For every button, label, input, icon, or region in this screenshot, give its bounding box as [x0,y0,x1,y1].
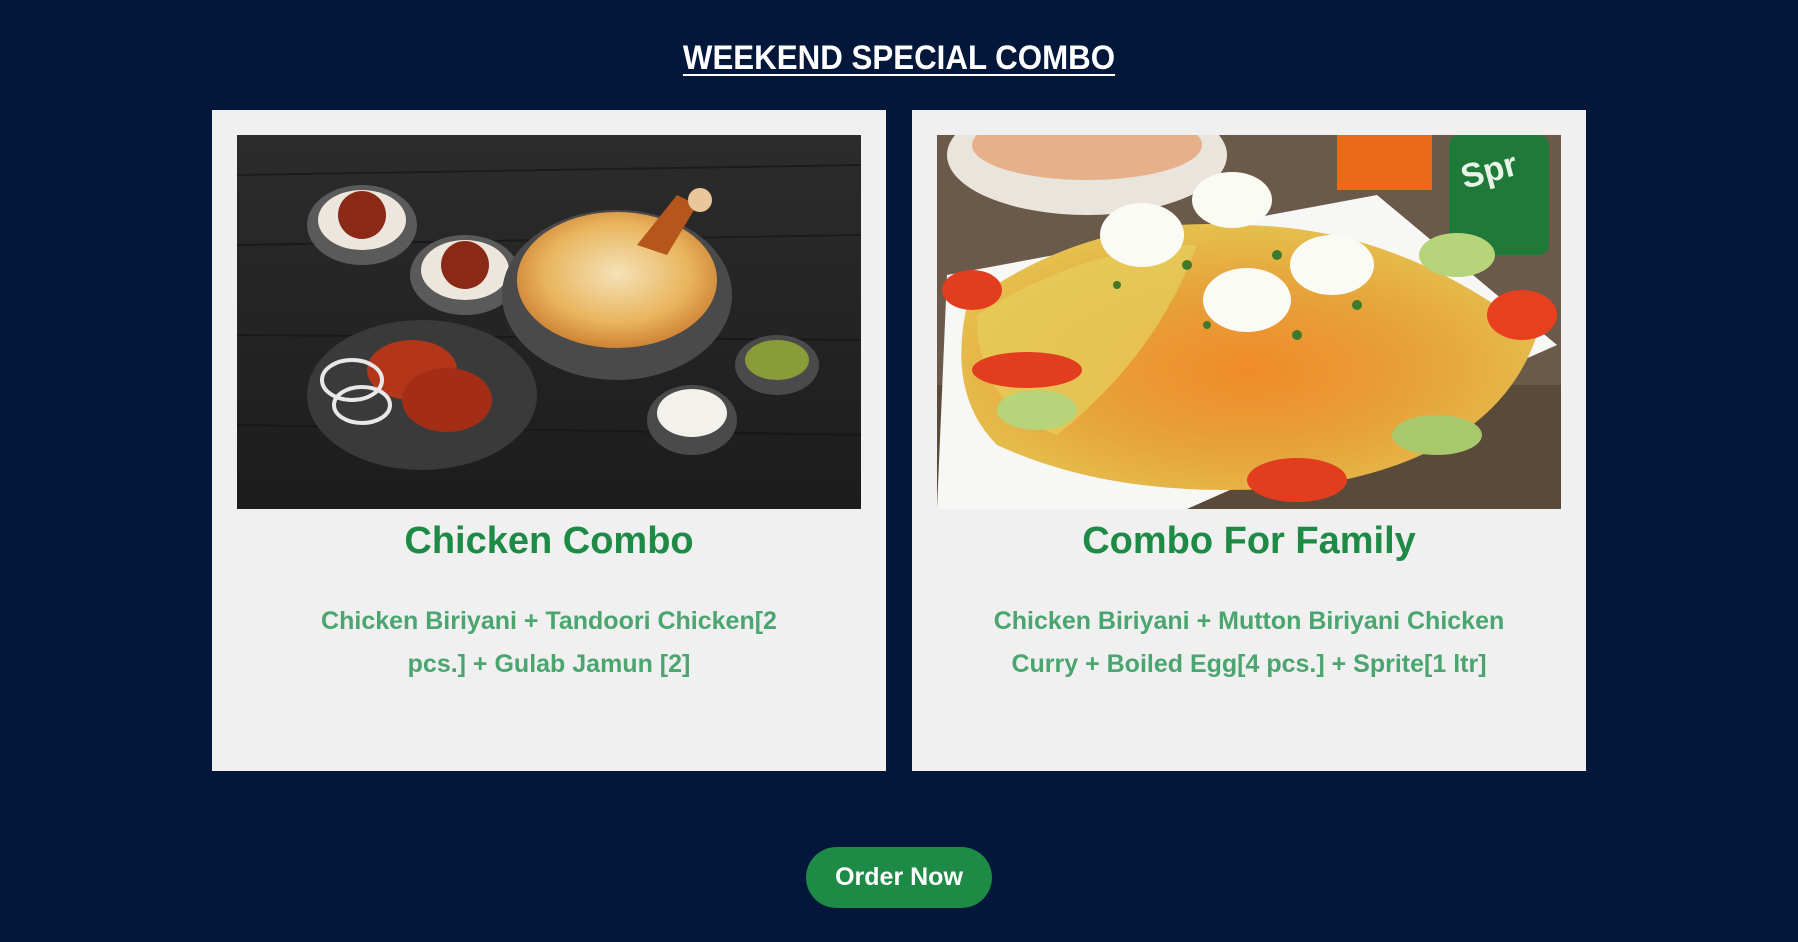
combo-card-family: Spr Combo For Family Chicken Biriyani + … [912,110,1586,771]
combo-description: Chicken Biriyani + Tandoori Chicken[2 pc… [321,607,777,678]
page-heading: WEEKEND SPECIAL COMBO [682,38,1116,77]
combo-title: Combo For Family [1082,520,1416,562]
combo-description: Chicken Biriyani + Mutton Biriyani Chick… [993,607,1505,678]
combo-card-chicken: Chicken Combo Chicken Biriyani + Tandoor… [212,110,886,771]
chicken-combo-photo [237,135,861,509]
family-combo-photo: Spr [937,135,1561,509]
order-now-button[interactable]: Order Now [806,847,992,908]
combo-title: Chicken Combo [404,520,694,562]
